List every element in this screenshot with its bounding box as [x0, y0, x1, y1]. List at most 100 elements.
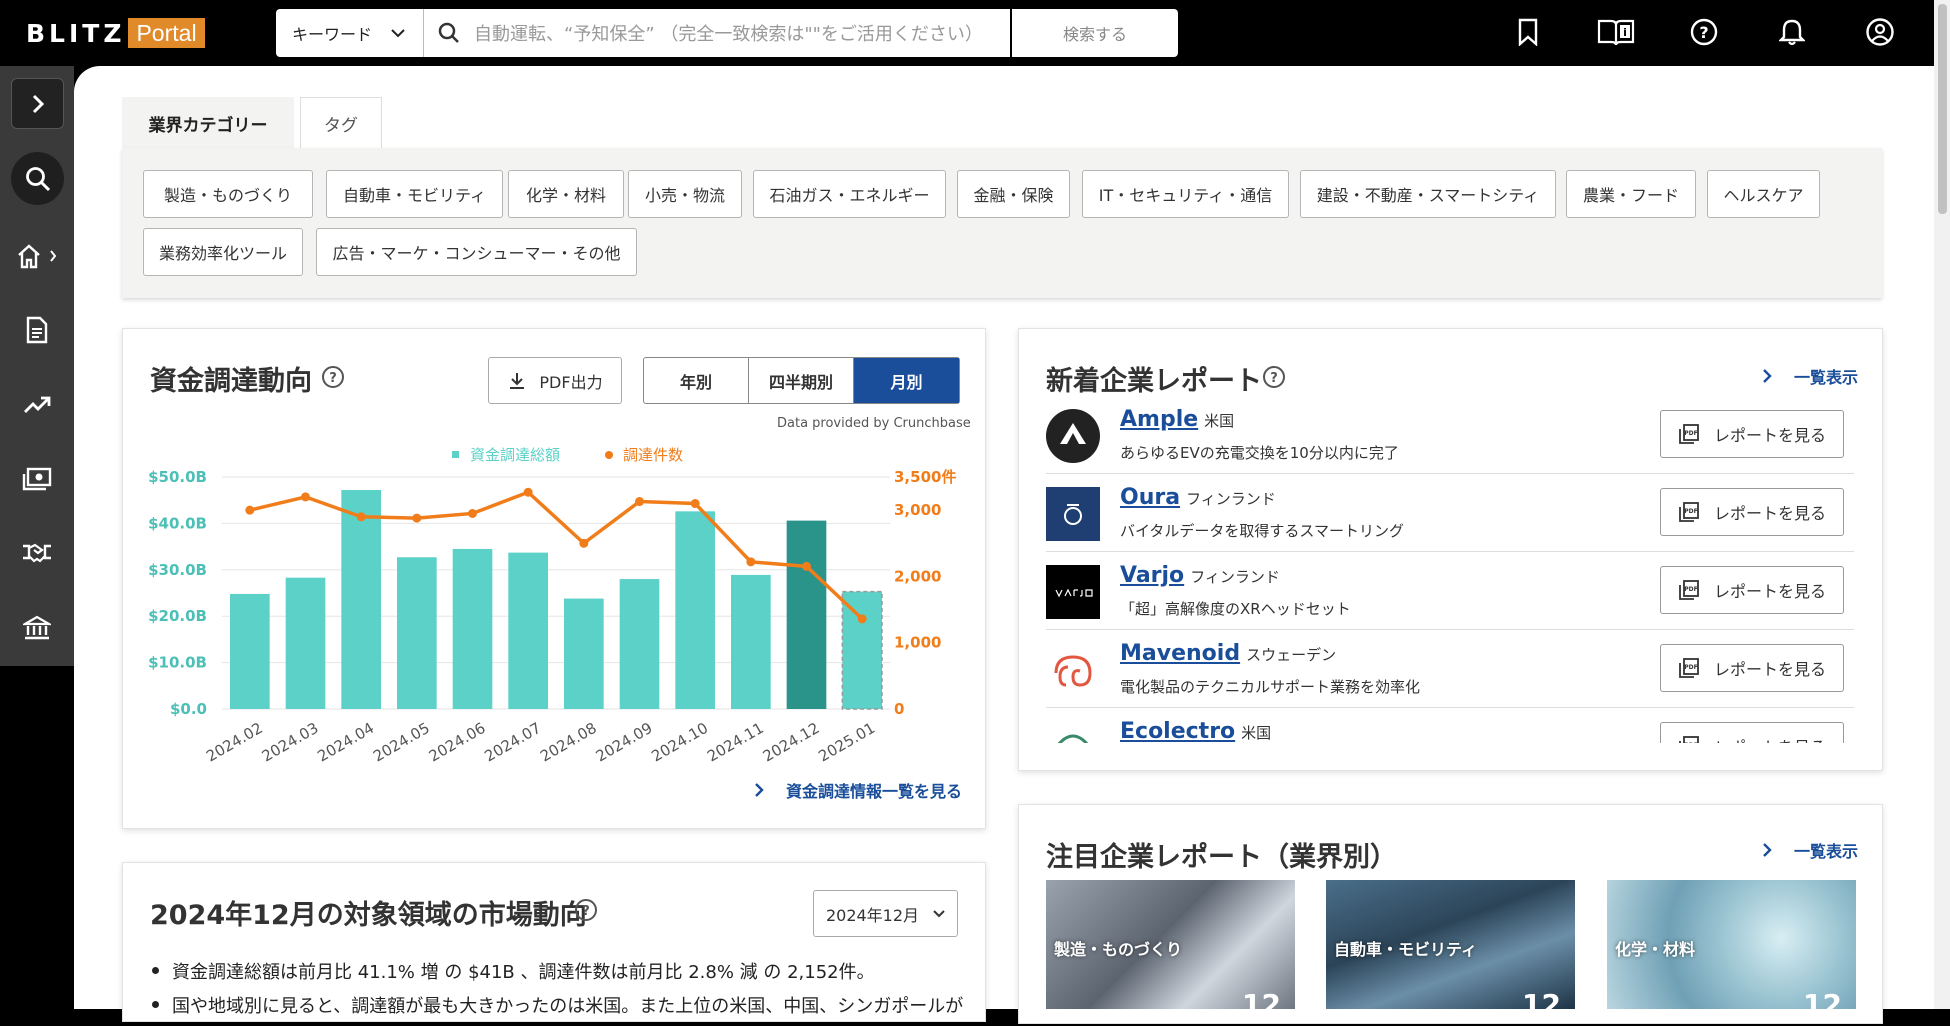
keyword-select[interactable]: キーワード — [276, 9, 424, 57]
view-report-button[interactable]: PDF レポートを見る — [1660, 722, 1844, 743]
company-link[interactable]: Ecolectro 米国 — [1120, 719, 1271, 743]
featured-list-link-label: 一覧表示 — [1794, 842, 1859, 861]
bell-icon[interactable] — [1772, 14, 1812, 50]
help-icon[interactable]: ? — [1684, 14, 1724, 50]
market-title: 2024年12月の対象領域の市場動向 — [150, 900, 587, 931]
help-icon[interactable]: ? — [321, 365, 345, 389]
thumb-count: 12 — [1803, 988, 1842, 1009]
new-reports-list[interactable]: Ample 米国 あらゆるEVの充電交換を10分以内に完了 PDF レポートを見る… — [1018, 396, 1883, 743]
left-axis-tick: $20.0B — [148, 607, 207, 625]
view-report-button[interactable]: PDF レポートを見る — [1660, 410, 1844, 458]
bar-2024.12 — [786, 520, 827, 709]
help-icon[interactable]: ? — [574, 898, 598, 922]
view-report-label: レポートを見る — [1713, 504, 1826, 523]
company-link[interactable]: Varjo フィンランド — [1120, 563, 1280, 588]
list-item: 国や地域別に見ると、調達額が最も大きかったのは米国。また上位の米国、中国、シンガ… — [150, 992, 963, 1018]
book-info-icon[interactable]: i — [1596, 14, 1636, 50]
scrollbar-thumb[interactable] — [1938, 4, 1947, 214]
sidenav-partnership[interactable] — [0, 523, 74, 583]
varjo-logo — [1046, 565, 1100, 619]
category-chip[interactable]: 農業・フード — [1566, 170, 1696, 218]
x-axis-tick: 2024.05 — [370, 719, 433, 766]
pdf-icon: PDF — [1679, 424, 1699, 444]
list-item: Varjo フィンランド 「超」高解像度のXRヘッドセット PDF レポートを見る — [1046, 552, 1854, 630]
ecolectro-logo — [1046, 721, 1100, 743]
list-item: Mavenoid スウェーデン 電化製品のテクニカルサポート業務を効率化 PDF … — [1046, 630, 1854, 708]
bar-2024.03 — [285, 577, 326, 709]
segment-monthly[interactable]: 月別 — [854, 358, 959, 403]
sidenav-home[interactable] — [0, 226, 74, 286]
sidenav-search-button[interactable] — [11, 152, 64, 205]
chevron-down-icon — [391, 29, 405, 38]
segment-yearly[interactable]: 年別 — [644, 358, 749, 403]
pdf-export-button[interactable]: PDF出力 — [488, 357, 622, 404]
right-axis-tick: 2,000 — [894, 567, 941, 585]
category-chip[interactable]: 広告・マーケ・コンシューマー・その他 — [316, 228, 637, 276]
view-report-button[interactable]: PDF レポートを見る — [1660, 644, 1844, 692]
featured-thumb-chemistry[interactable]: 化学・材料 12 — [1607, 880, 1856, 1009]
thumb-label: 製造・ものづくり — [1054, 940, 1183, 959]
category-chip[interactable]: 自動車・モビリティ — [326, 170, 503, 218]
category-chip[interactable]: IT・セキュリティ・通信 — [1082, 170, 1289, 218]
funding-chart: 資金調達総額 調達件数 $0.0 $10.0B $20.0B $30.0B $40.0B $5… — [148, 446, 956, 766]
month-select-label: 2024年12月 — [825, 905, 920, 925]
featured-thumb-manufacturing[interactable]: 製造・ものづくり 12 — [1046, 880, 1295, 1009]
money-icon — [22, 467, 52, 491]
mavenoid-logo — [1046, 643, 1100, 697]
funding-list-link[interactable]: 資金調達情報一覧を見る — [754, 778, 962, 802]
category-chip[interactable]: 建設・不動産・スマートシティ — [1300, 170, 1556, 218]
featured-list-link[interactable]: 一覧表示 — [1762, 838, 1858, 862]
month-select[interactable]: 2024年12月 — [813, 890, 958, 937]
search-button[interactable]: 検索する — [1012, 9, 1178, 57]
list-item: Ecolectro米国 PDF レポートを見る — [1046, 708, 1854, 743]
view-report-button[interactable]: PDF レポートを見る — [1660, 488, 1844, 536]
x-axis-tick: 2024.02 — [203, 719, 266, 766]
oura-logo — [1046, 487, 1100, 541]
logo[interactable]: BLITZ Portal — [26, 17, 205, 49]
x-axis-tick: 2024.12 — [760, 719, 823, 766]
sidenav-institutions[interactable] — [0, 598, 74, 658]
new-reports-list-link[interactable]: 一覧表示 — [1762, 364, 1858, 388]
view-report-label: レポートを見る — [1713, 426, 1826, 445]
bookmark-icon[interactable] — [1508, 14, 1548, 50]
sidenav-documents[interactable] — [0, 300, 74, 360]
category-chip[interactable]: 金融・保険 — [957, 170, 1070, 218]
search-input[interactable]: 自動運転、“予知保全” （完全一致検索は""をご活用ください） — [424, 9, 1010, 57]
thumb-label: 自動車・モビリティ — [1334, 940, 1478, 959]
chevron-right-icon — [755, 783, 764, 797]
tab-tags[interactable]: タグ — [300, 97, 382, 149]
right-axis-tick: 0 — [894, 700, 904, 718]
category-chip[interactable]: 小売・物流 — [628, 170, 742, 218]
document-icon — [26, 316, 48, 344]
help-icon[interactable]: ? — [1262, 365, 1286, 389]
featured-thumb-automotive[interactable]: 自動車・モビリティ 12 — [1326, 880, 1575, 1009]
category-chip[interactable]: 化学・材料 — [508, 170, 624, 218]
legend-label: 資金調達総額 — [470, 446, 560, 464]
svg-text:?: ? — [1270, 371, 1278, 386]
company-link[interactable]: Oura フィンランド — [1120, 485, 1276, 510]
tab-industry-category[interactable]: 業界カテゴリー — [122, 97, 294, 149]
right-axis-tick: 1,000 — [894, 634, 941, 652]
category-panel: 製造・ものづくり 自動車・モビリティ 化学・材料 小売・物流 石油ガス・エネルギ… — [122, 148, 1882, 298]
segment-quarterly[interactable]: 四半期別 — [749, 358, 854, 403]
view-report-button[interactable]: PDF レポートを見る — [1660, 566, 1844, 614]
x-axis-tick: 2024.10 — [648, 719, 711, 766]
handshake-icon — [23, 543, 51, 563]
sidenav-toggle-button[interactable] — [11, 78, 64, 129]
company-link[interactable]: Ample 米国 — [1120, 407, 1234, 432]
user-icon[interactable] — [1860, 14, 1900, 50]
search-icon — [438, 22, 459, 43]
category-chip[interactable]: 製造・ものづくり — [143, 170, 313, 218]
company-link[interactable]: Mavenoid スウェーデン — [1120, 641, 1336, 666]
company-country: スウェーデン — [1246, 646, 1337, 664]
left-axis-tick: $0.0 — [170, 700, 207, 718]
category-chip[interactable]: 石油ガス・エネルギー — [753, 170, 946, 218]
right-axis-tick: 3,500件 — [894, 468, 956, 486]
sidenav-trends[interactable] — [0, 375, 74, 435]
sidenav-funding[interactable] — [0, 449, 74, 509]
x-axis-tick: 2024.11 — [704, 719, 767, 766]
chevron-right-icon — [1763, 843, 1772, 857]
pdf-icon: PDF — [1679, 658, 1699, 678]
category-chip[interactable]: 業務効率化ツール — [143, 228, 303, 276]
category-chip[interactable]: ヘルスケア — [1707, 170, 1820, 218]
